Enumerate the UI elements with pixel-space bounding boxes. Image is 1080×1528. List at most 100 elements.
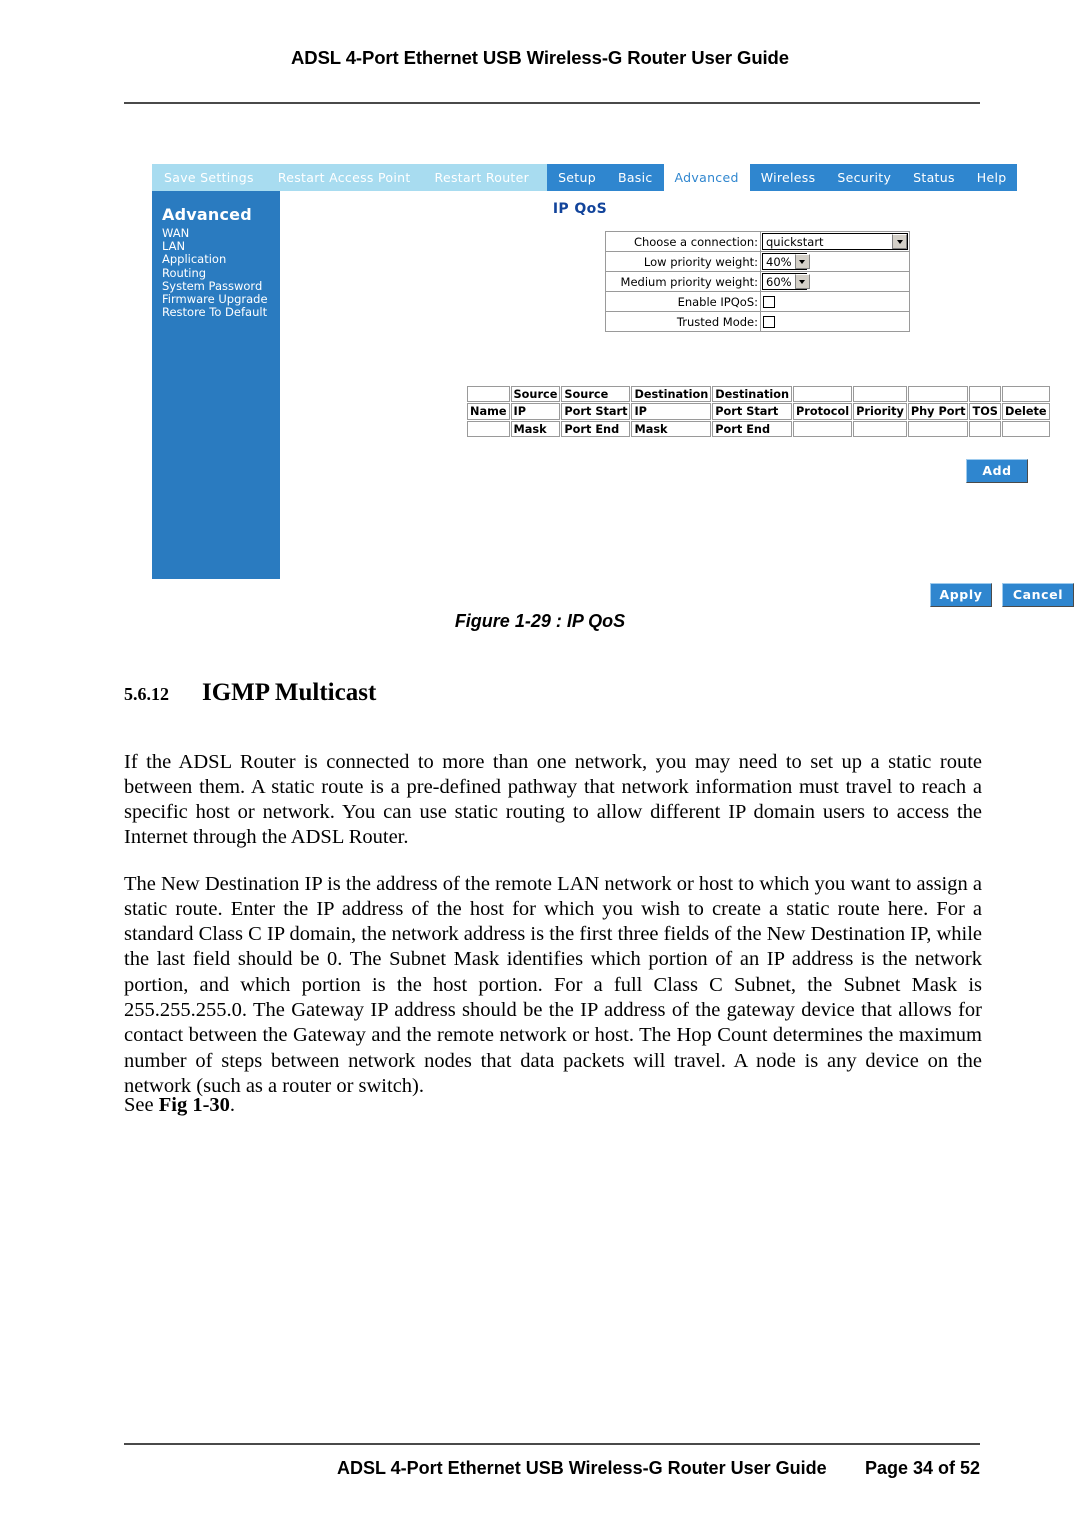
nav-action-restart-access-point[interactable]: Restart Access Point <box>266 164 423 191</box>
see-figure-suffix: . <box>229 1094 236 1116</box>
col-delete-top <box>1001 386 1050 402</box>
col-tos-bot <box>969 421 1001 437</box>
sidebar-title: Advanced <box>162 205 252 224</box>
tab-setup[interactable]: Setup <box>547 164 607 191</box>
col-priority-mid: Priority <box>853 403 907 420</box>
ip-qos-form: Choose a connection: quickstart Low prio… <box>605 231 910 332</box>
footer-divider <box>124 1443 980 1445</box>
body-paragraph-1: If the ADSL Router is connected to more … <box>124 750 982 849</box>
col-protocol-bot <box>793 421 853 437</box>
body-paragraph-2: The New Destination IP is the address of… <box>124 872 982 1097</box>
tab-advanced[interactable]: Advanced <box>663 164 750 191</box>
footer-title: ADSL 4-Port Ethernet USB Wireless-G Rout… <box>337 1458 827 1478</box>
field-trusted-mode <box>760 311 910 332</box>
tab-help[interactable]: Help <box>965 164 1018 191</box>
col-destination-mask-bot: Mask <box>631 421 712 437</box>
col-priority-top <box>853 386 907 402</box>
col-name-bot <box>467 421 510 437</box>
see-figure-link: Fig 1-30 <box>158 1094 230 1116</box>
router-ui-screenshot: Save Settings Restart Access Point Resta… <box>152 164 1074 607</box>
field-choose-connection: quickstart <box>760 231 910 252</box>
field-enable-ipqos <box>760 291 910 312</box>
label-low-priority-weight: Low priority weight: <box>605 251 761 272</box>
table-header-row-top: Source Source Destination Destination <box>467 386 1050 402</box>
col-delete-mid: Delete <box>1001 403 1050 420</box>
tab-wireless[interactable]: Wireless <box>749 164 827 191</box>
qos-rules-table: Source Source Destination Destination Na… <box>466 385 1051 438</box>
medium-priority-weight-select[interactable]: 60% <box>762 273 810 290</box>
col-phy-port-bot <box>907 421 969 437</box>
nav-action-save-settings[interactable]: Save Settings <box>152 164 266 191</box>
sidebar-item-routing[interactable]: Routing <box>162 266 280 280</box>
see-figure-reference: See Fig 1-30. <box>124 1094 235 1117</box>
form-row-medium-priority-weight: Medium priority weight: 60% <box>605 271 910 292</box>
chevron-down-icon[interactable] <box>892 234 907 249</box>
col-tos-top <box>969 386 1001 402</box>
page-header-title: ADSL 4-Port Ethernet USB Wireless-G Rout… <box>291 47 789 68</box>
col-tos-mid: TOS <box>969 403 1001 420</box>
low-priority-weight-select[interactable]: 40% <box>762 253 810 270</box>
nav-action-restart-router[interactable]: Restart Router <box>423 164 542 191</box>
col-destination-port-mid: Port Start <box>712 403 793 420</box>
col-name-mid: Name <box>467 403 510 420</box>
tab-basic[interactable]: Basic <box>606 164 664 191</box>
tab-status[interactable]: Status <box>902 164 966 191</box>
router-content-panel: IP QoS Choose a connection: quickstart L… <box>280 191 1074 607</box>
label-choose-connection: Choose a connection: <box>605 231 761 252</box>
router-sidebar: Advanced WAN LAN Application Routing Sys… <box>152 191 280 579</box>
col-destination-port-top: Destination <box>712 386 793 402</box>
col-destination-port-end-bot: Port End <box>712 421 793 437</box>
router-tabs: Setup Basic Advanced Wireless Security S… <box>547 164 1018 191</box>
header-divider <box>124 102 980 104</box>
col-delete-bot <box>1001 421 1050 437</box>
col-phy-port-mid: Phy Port <box>907 403 969 420</box>
col-source-mask-bot: Mask <box>510 421 561 437</box>
section-heading: 5.6.12 IGMP Multicast <box>124 679 984 707</box>
form-row-low-priority-weight: Low priority weight: 40% <box>605 251 910 272</box>
chevron-down-icon[interactable] <box>794 254 810 269</box>
trusted-mode-checkbox[interactable] <box>763 315 775 328</box>
chevron-down-icon[interactable] <box>794 274 810 289</box>
col-protocol-mid: Protocol <box>793 403 853 420</box>
cancel-button[interactable]: Cancel <box>1002 583 1074 607</box>
field-medium-priority-weight: 60% <box>760 271 910 292</box>
low-priority-weight-value: 40% <box>766 254 792 269</box>
col-source-port-mid: Port Start <box>561 403 631 420</box>
col-phy-port-top <box>907 386 969 402</box>
label-enable-ipqos: Enable IPQoS: <box>605 291 761 312</box>
col-source-ip-mid: IP <box>510 403 561 420</box>
form-row-choose-connection: Choose a connection: quickstart <box>605 231 910 252</box>
footer-page-number: Page 34 of 52 <box>864 1458 980 1478</box>
medium-priority-weight-value: 60% <box>766 274 792 289</box>
label-trusted-mode: Trusted Mode: <box>605 311 761 332</box>
col-source-ip-top: Source <box>510 386 561 402</box>
col-source-port-top: Source <box>561 386 631 402</box>
enable-ipqos-checkbox[interactable] <box>763 295 775 308</box>
router-action-links: Save Settings Restart Access Point Resta… <box>152 164 541 191</box>
section-number: 5.6.12 <box>124 684 169 704</box>
col-destination-ip-mid: IP <box>631 403 712 420</box>
choose-connection-select[interactable]: quickstart <box>762 233 908 250</box>
col-name-top <box>467 386 510 402</box>
sidebar-item-application[interactable]: Application <box>162 253 280 266</box>
col-priority-bot <box>853 421 907 437</box>
col-protocol-top <box>793 386 853 402</box>
form-row-enable-ipqos: Enable IPQoS: <box>605 291 910 312</box>
table-header-row-bottom: Mask Port End Mask Port End <box>467 421 1050 437</box>
section-title: IGMP Multicast <box>202 679 377 706</box>
qos-rules-table-wrapper: Source Source Destination Destination Na… <box>466 385 1051 438</box>
see-figure-prefix: See <box>124 1094 159 1116</box>
choose-connection-value: quickstart <box>766 234 824 249</box>
apply-button[interactable]: Apply <box>930 583 992 607</box>
form-row-trusted-mode: Trusted Mode: <box>605 311 910 332</box>
col-destination-ip-top: Destination <box>631 386 712 402</box>
label-medium-priority-weight: Medium priority weight: <box>605 271 761 292</box>
tab-security[interactable]: Security <box>826 164 903 191</box>
figure-caption: Figure 1-29 : IP QoS <box>454 611 626 631</box>
document-page: ADSL 4-Port Ethernet USB Wireless-G Rout… <box>0 0 1080 1528</box>
panel-title: IP QoS <box>552 201 608 217</box>
router-navbar: Save Settings Restart Access Point Resta… <box>152 164 1018 191</box>
sidebar-item-restore-to-default[interactable]: Restore To Default <box>162 306 280 319</box>
add-button[interactable]: Add <box>966 459 1028 483</box>
table-header-row-mid: Name IP Port Start IP Port Start Protoco… <box>467 403 1050 420</box>
